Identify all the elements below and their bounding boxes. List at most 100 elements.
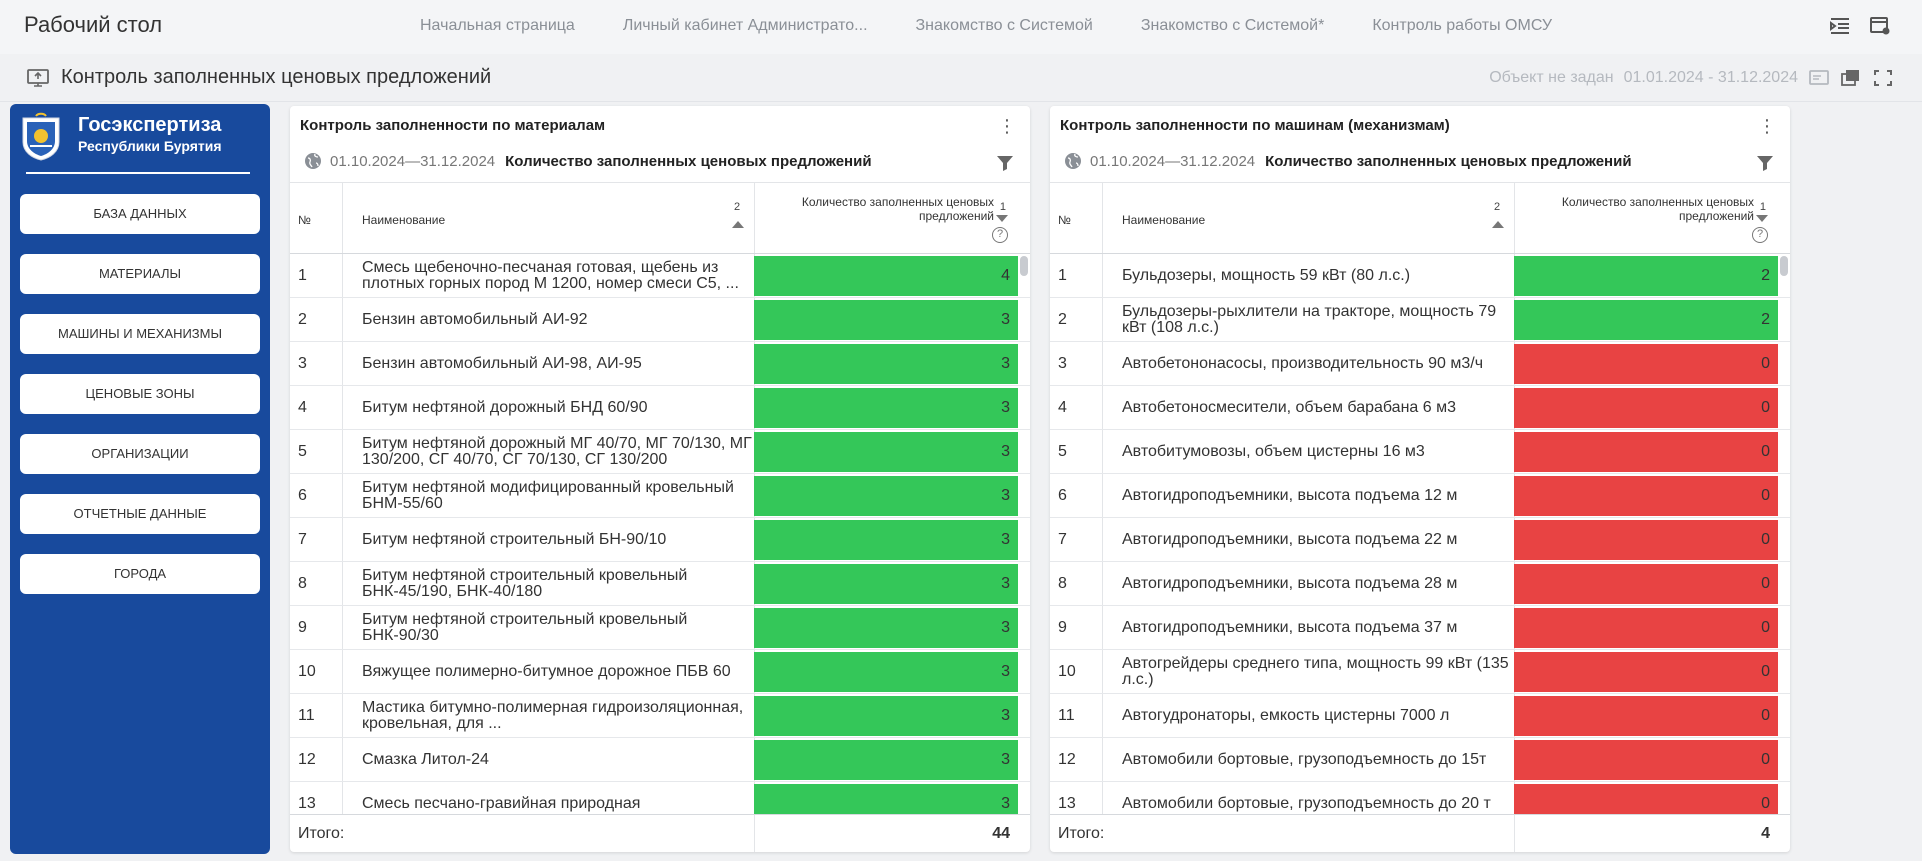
column-count-header[interactable]: Количество заполненных ценовых предложен…	[1534, 195, 1754, 223]
column-name-header[interactable]: Наименование	[362, 213, 445, 227]
row-name: Автобетононасосы, производительность 90 …	[1122, 342, 1518, 386]
table-row[interactable]: 1 Бульдозеры, мощность 59 кВт (80 л.с.) …	[1050, 254, 1790, 298]
table-body[interactable]: 1 Бульдозеры, мощность 59 кВт (80 л.с.) …	[1050, 254, 1790, 814]
table-row[interactable]: 8 Битум нефтяной строительный кровельный…	[290, 562, 1030, 606]
row-name: Автобетоносмесители, объем барабана 6 м3	[1122, 386, 1518, 430]
row-name: Битум нефтяной строительный кровельный Б…	[362, 606, 758, 650]
table-row[interactable]: 8 Автогидроподъемники, высота подъема 28…	[1050, 562, 1790, 606]
table-row[interactable]: 5 Автобитумовозы, объем цистерны 16 м3 0	[1050, 430, 1790, 474]
table-row[interactable]: 3 Бензин автомобильный АИ-98, АИ-95 3	[290, 342, 1030, 386]
row-name-text: Автобетоносмесители, объем барабана 6 м3	[1122, 400, 1456, 416]
table-row[interactable]: 13 Автомобили бортовые, грузоподъемность…	[1050, 782, 1790, 814]
menu-cities-button[interactable]: ГОРОДА	[20, 554, 260, 594]
settings-window-icon[interactable]	[1868, 14, 1892, 38]
fullscreen-icon[interactable]	[1872, 68, 1894, 88]
table-row[interactable]: 9 Битум нефтяной строительный кровельный…	[290, 606, 1030, 650]
table-footer: Итого: 44	[290, 814, 1030, 852]
row-name-text: Битум нефтяной строительный кровельный Б…	[362, 612, 688, 644]
app-title: Рабочий стол	[24, 12, 163, 37]
column-number-header[interactable]: №	[298, 213, 311, 227]
table-footer: Итого: 4	[1050, 814, 1790, 852]
total-value: 4	[1761, 825, 1770, 842]
table-row[interactable]: 12 Автомобили бортовые, грузоподъемность…	[1050, 738, 1790, 782]
brand-region: Республики Бурятия	[78, 138, 222, 154]
menu-organizations-button[interactable]: ОРГАНИЗАЦИИ	[20, 434, 260, 474]
sort-order-badge: 1	[999, 201, 1006, 213]
row-count-cell: 3	[754, 520, 1018, 560]
table-row[interactable]: 13 Смесь песчано-гравийная природная 3	[290, 782, 1030, 814]
row-count-cell: 3	[754, 300, 1018, 340]
column-name-header[interactable]: Наименование	[1122, 213, 1205, 227]
table-row[interactable]: 4 Битум нефтяной дорожный БНД 60/90 3	[290, 386, 1030, 430]
scrollbar-thumb[interactable]	[1780, 256, 1788, 276]
row-number: 10	[298, 663, 316, 680]
table-row[interactable]: 5 Битум нефтяной дорожный МГ 40/70, МГ 7…	[290, 430, 1030, 474]
row-number: 8	[1058, 575, 1067, 592]
menu-database-button[interactable]: БАЗА ДАННЫХ	[20, 194, 260, 234]
menu-machines-button[interactable]: МАШИНЫ И МЕХАНИЗМЫ	[20, 314, 260, 354]
tab-intro-modified[interactable]: Знакомство с Системой*	[1141, 17, 1325, 35]
table-row[interactable]: 7 Битум нефтяной строительный БН-90/10 3	[290, 518, 1030, 562]
table-row[interactable]: 7 Автогидроподъемники, высота подъема 22…	[1050, 518, 1790, 562]
table-row[interactable]: 9 Автогидроподъемники, высота подъема 37…	[1050, 606, 1790, 650]
row-number: 12	[298, 751, 316, 768]
table-row[interactable]: 10 Автогрейдеры среднего типа, мощность …	[1050, 650, 1790, 694]
row-number: 11	[1058, 707, 1075, 724]
tab-intro[interactable]: Знакомство с Системой	[916, 17, 1093, 35]
help-icon[interactable]: ?	[1752, 227, 1768, 243]
menu-reports-button[interactable]: ОТЧЕТНЫЕ ДАННЫЕ	[20, 494, 260, 534]
object-status[interactable]: Объект не задан	[1489, 69, 1613, 87]
column-count-header[interactable]: Количество заполненных ценовых предложен…	[774, 195, 994, 223]
filter-icon[interactable]	[1756, 154, 1774, 172]
row-name: Автогидроподъемники, высота подъема 28 м	[1122, 562, 1518, 606]
column-number-header[interactable]: №	[1058, 213, 1071, 227]
sort-desc-icon[interactable]	[1756, 215, 1768, 222]
table-body[interactable]: 1 Смесь щебеночно-песчаная готовая, щебе…	[290, 254, 1030, 814]
row-count-cell: 3	[754, 344, 1018, 384]
table-row[interactable]: 6 Автогидроподъемники, высота подъема 12…	[1050, 474, 1790, 518]
menu-indent-icon[interactable]	[1828, 14, 1852, 38]
table-row[interactable]: 2 Бульдозеры-рыхлители на тракторе, мощн…	[1050, 298, 1790, 342]
sort-asc-icon[interactable]	[1492, 221, 1504, 228]
help-icon[interactable]: ?	[992, 227, 1008, 243]
row-count-cell: 0	[1514, 740, 1778, 780]
table-row[interactable]: 4 Автобетоносмесители, объем барабана 6 …	[1050, 386, 1790, 430]
row-number: 10	[1058, 663, 1076, 680]
filter-icon[interactable]	[996, 154, 1014, 172]
kebab-menu-icon[interactable]: ⋮	[998, 116, 1016, 138]
panel-metric-label: Количество заполненных ценовых предложен…	[505, 152, 872, 170]
row-name-text: Бензин автомобильный АИ-98, АИ-95	[362, 356, 642, 372]
table-row[interactable]: 1 Смесь щебеночно-песчаная готовая, щебе…	[290, 254, 1030, 298]
table-row[interactable]: 11 Мастика битумно-полимерная гидроизоля…	[290, 694, 1030, 738]
row-name: Битум нефтяной модифицированный кровельн…	[362, 474, 758, 518]
row-count-cell: 0	[1514, 520, 1778, 560]
sort-asc-icon[interactable]	[732, 221, 744, 228]
table-row[interactable]: 10 Вяжущее полимерно-битумное дорожное П…	[290, 650, 1030, 694]
table-row[interactable]: 6 Битум нефтяной модифицированный кровел…	[290, 474, 1030, 518]
table-row[interactable]: 12 Смазка Литол-24 3	[290, 738, 1030, 782]
row-number: 2	[298, 311, 307, 328]
row-count-cell: 0	[1514, 344, 1778, 384]
sort-order-badge: 2	[1494, 201, 1501, 213]
period-range[interactable]: 01.01.2024 - 31.12.2024	[1624, 69, 1798, 87]
sort-desc-icon[interactable]	[996, 215, 1008, 222]
tab-omsu-control[interactable]: Контроль работы ОМСУ	[1372, 17, 1552, 35]
row-name: Бензин автомобильный АИ-92	[362, 298, 758, 342]
tab-home[interactable]: Начальная страница	[420, 17, 575, 35]
monitor-icon	[26, 68, 50, 88]
row-name: Автогидроподъемники, высота подъема 37 м	[1122, 606, 1518, 650]
table-row[interactable]: 2 Бензин автомобильный АИ-92 3	[290, 298, 1030, 342]
tab-admin-cabinet[interactable]: Личный кабинет Администрато...	[623, 17, 868, 35]
scrollbar-thumb[interactable]	[1020, 256, 1028, 276]
table-row[interactable]: 11 Автогудронаторы, емкость цистерны 700…	[1050, 694, 1790, 738]
kebab-menu-icon[interactable]: ⋮	[1758, 116, 1776, 138]
row-number: 6	[298, 487, 307, 504]
globe-icon	[1065, 153, 1081, 169]
table-row[interactable]: 3 Автобетононасосы, производительность 9…	[1050, 342, 1790, 386]
menu-price-zones-button[interactable]: ЦЕНОВЫЕ ЗОНЫ	[20, 374, 260, 414]
layers-icon[interactable]	[1840, 68, 1862, 88]
menu-materials-button[interactable]: МАТЕРИАЛЫ	[20, 254, 260, 294]
card-icon[interactable]	[1808, 68, 1830, 88]
panel-title: Контроль заполненности по машинам (механ…	[1060, 117, 1450, 134]
sidebar-menu: БАЗА ДАННЫХ МАТЕРИАЛЫ МАШИНЫ И МЕХАНИЗМЫ…	[20, 194, 260, 614]
